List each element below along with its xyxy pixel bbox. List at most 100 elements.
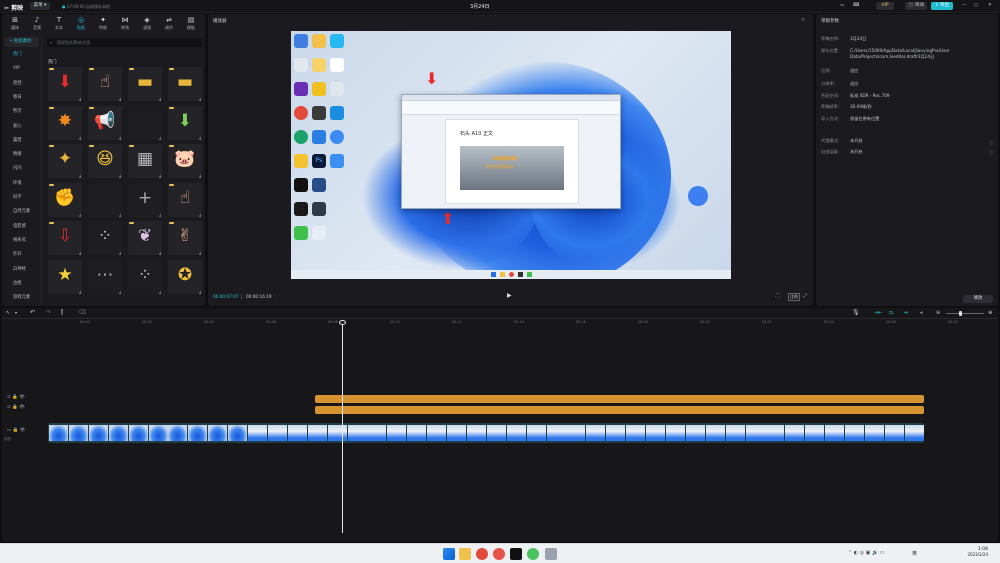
qq-icon[interactable] (294, 202, 308, 216)
category-item[interactable]: 自然元素 (6, 207, 40, 217)
download-icon[interactable]: ⤓ (199, 96, 201, 101)
timeline-ruler[interactable]: 00:00 00:02 00:04 00:06 00:08 00:10 00:12 00:14… (48, 320, 998, 328)
timecode-icon[interactable]: ⋮⋮ (268, 294, 276, 299)
capcut-icon[interactable] (510, 548, 522, 560)
preview-canvas[interactable]: Ps ⬇ ⬆ 石头 A10 正文 2K屏超详细 附各国详细版本 (291, 31, 731, 279)
app-icon[interactable] (312, 202, 326, 216)
category-item[interactable]: 爱心 (6, 122, 40, 132)
download-icon[interactable]: ⤓ (79, 173, 81, 178)
category-item[interactable]: VIP (6, 64, 40, 74)
download-icon[interactable]: ⤓ (199, 173, 201, 178)
app-icon[interactable] (545, 548, 557, 560)
track-controls[interactable]: ⊙ 🔒 👁 (7, 405, 25, 410)
sticker-burst-text[interactable]: ✸ ⤓ (48, 105, 82, 140)
download-icon[interactable]: ⤓ (159, 250, 161, 255)
download-icon[interactable]: ⤓ (199, 135, 201, 140)
sticker-arrow-green[interactable]: ⬇ ⤓ (168, 105, 202, 140)
modify-button[interactable]: 修改 (963, 295, 993, 303)
tool-sticker[interactable]: ◎ 贴纸 (70, 16, 92, 34)
category-item[interactable]: 热门 (6, 50, 40, 60)
download-icon[interactable]: ⤓ (119, 173, 121, 178)
app-icon[interactable] (312, 82, 326, 96)
folder-icon[interactable] (312, 58, 326, 72)
app-icon[interactable] (330, 34, 344, 48)
sticker-arrow-down-red[interactable]: ⬇ ⤓ (48, 67, 82, 101)
minimize-button[interactable]: — (962, 2, 967, 10)
play-button[interactable]: ▶ (507, 292, 512, 299)
floating-app-icon[interactable] (688, 186, 708, 206)
preview-axis-icon[interactable]: ⇹ (904, 310, 908, 316)
desktop-icon[interactable] (294, 34, 308, 48)
sticker-clip[interactable] (315, 406, 924, 414)
info-icon[interactable]: ⓘ (989, 140, 994, 146)
download-icon[interactable]: ⤓ (119, 250, 121, 255)
track-controls[interactable]: ⊙ 🔒 👁 (7, 395, 25, 400)
word-window[interactable]: 石头 A10 正文 2K屏超详细 附各国详细版本 (401, 94, 621, 209)
download-icon[interactable]: ⤓ (119, 135, 121, 140)
app-icon[interactable] (294, 154, 308, 168)
category-item[interactable]: 遮挡 (6, 79, 40, 89)
sticker-hand-point-2[interactable]: ☝ ⤓ (168, 182, 202, 217)
sticker-hand-66[interactable]: ✌ ⤓ (168, 221, 202, 255)
sticker-empty-dark[interactable]: ⤓ (128, 105, 162, 140)
close-button[interactable]: ✕ (988, 2, 992, 10)
download-icon[interactable]: ⤓ (159, 212, 161, 217)
app-icon[interactable] (330, 130, 344, 144)
tool-media[interactable]: ⊞ 媒体 (4, 16, 26, 34)
download-icon[interactable]: ⤓ (159, 173, 161, 178)
app-icon[interactable] (330, 154, 344, 168)
category-item[interactable]: 白神经 (6, 265, 40, 275)
info-icon[interactable]: ⓘ (989, 150, 994, 156)
maximize-button[interactable]: ▢ (974, 2, 978, 10)
sticker-arrow-down-outline[interactable]: ⇩ ⤓ (48, 221, 82, 255)
fullscreen-icon[interactable]: ⤢ (803, 293, 807, 299)
sticker-clip[interactable] (315, 395, 924, 403)
download-icon[interactable]: ⤓ (199, 250, 201, 255)
category-item[interactable]: 情绪 (6, 150, 40, 160)
edge-icon[interactable] (294, 130, 308, 144)
sticker-hand-point[interactable]: ☝ ⤓ (88, 67, 122, 101)
tool-transition[interactable]: ⋈ 转场 (114, 16, 136, 34)
sticker-megaphone[interactable]: 📢 ⤓ (88, 105, 122, 140)
zoom-slider[interactable] (946, 311, 984, 316)
start-icon[interactable] (443, 548, 455, 560)
category-item[interactable]: 春日 (6, 93, 40, 103)
tool-text[interactable]: T 文本 (48, 16, 70, 34)
app-icon[interactable] (312, 226, 326, 240)
select-dropdown-icon[interactable]: ▾ (15, 310, 17, 315)
tiktok-icon[interactable] (294, 178, 308, 192)
explorer-icon[interactable] (459, 548, 471, 560)
sticker-mosaic[interactable]: ▦ ⤓ (128, 144, 162, 178)
ratio-button[interactable]: 比例 (788, 293, 800, 301)
tray-icons[interactable]: ⌃ ◐ ◎ ▣ 🔊 ▭ (848, 550, 885, 556)
app-icon[interactable] (493, 548, 505, 560)
app-icon[interactable] (294, 82, 308, 96)
app-icon[interactable] (312, 106, 326, 120)
delete-icon[interactable]: ⌫ (78, 309, 86, 316)
category-item[interactable]: 炸开 (6, 250, 40, 260)
input-method[interactable]: 英 (912, 550, 917, 557)
tool-filter[interactable]: ◈ 滤镜 (136, 16, 158, 34)
tool-adjust[interactable]: ⇌ 调节 (158, 16, 180, 34)
vip-badge[interactable]: VIP (876, 2, 894, 10)
category-item[interactable]: 闪闪 (6, 164, 40, 174)
chrome-icon[interactable] (294, 106, 308, 120)
download-icon[interactable]: ⤓ (159, 135, 161, 140)
mic-icon[interactable]: 🎙 (852, 309, 860, 316)
sticker-fist[interactable]: ✊ ⤓ (48, 182, 82, 217)
video-clip[interactable] (48, 423, 924, 443)
playhead[interactable] (342, 321, 343, 533)
tool-template[interactable]: ▤ 模板 (180, 16, 202, 34)
download-icon[interactable]: ⤓ (159, 96, 161, 101)
app-icon[interactable] (330, 82, 344, 96)
category-item[interactable]: 熊示 (6, 107, 40, 117)
download-icon[interactable]: ⤓ (79, 135, 81, 140)
redo-icon[interactable]: ↷ (46, 309, 51, 316)
sticker-gold-text-2[interactable]: ▬ ⤓ (168, 67, 202, 101)
download-icon[interactable]: ⤓ (119, 212, 121, 217)
category-item[interactable]: 环境 (6, 179, 40, 189)
sticker-star-yellow[interactable]: ★ ⤓ (48, 259, 82, 294)
sticker-butterfly[interactable]: ❦ ⤓ (128, 221, 162, 255)
sticker-sparkle-dots-2[interactable]: ⁘ ⤓ (128, 259, 162, 294)
app-icon[interactable] (312, 130, 326, 144)
